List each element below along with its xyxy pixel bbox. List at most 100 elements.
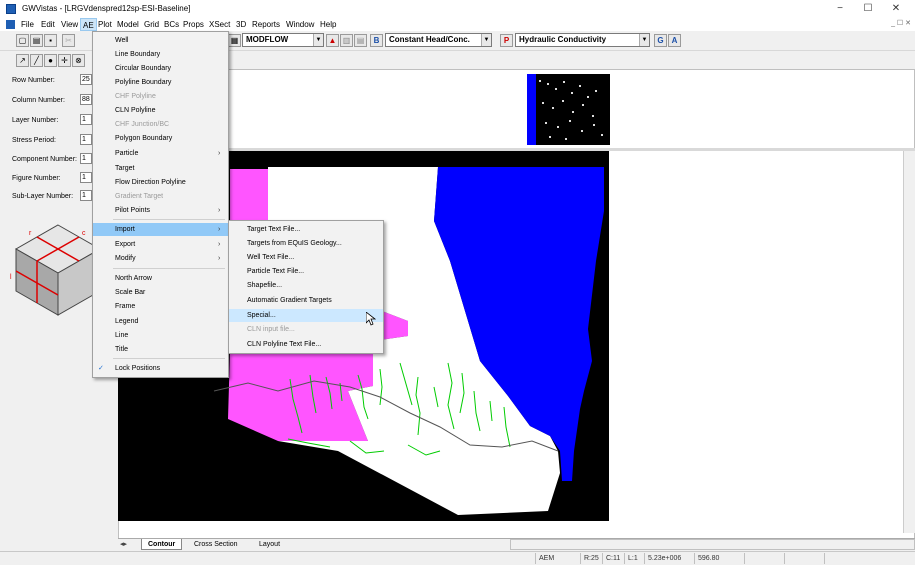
stress-period-field[interactable]: 1	[80, 134, 92, 145]
ae-menu-cln-polyline[interactable]: CLN Polyline	[93, 104, 228, 117]
menu-model[interactable]: Model	[115, 18, 141, 31]
cube-layer-label: l	[10, 274, 12, 281]
close-button[interactable]: ✕	[882, 0, 910, 18]
import-automatic-gradient-targets[interactable]: Automatic Gradient Targets	[229, 294, 383, 307]
save-icon[interactable]: ▪	[44, 34, 57, 47]
menu-view[interactable]: View	[59, 18, 80, 31]
mdi-window-controls[interactable]: _ ☐ ✕	[891, 19, 911, 27]
import-shapefile[interactable]: Shapefile...	[229, 279, 383, 292]
horizontal-scrollbar[interactable]	[510, 539, 915, 550]
model-grid-icon[interactable]: ▥	[340, 34, 353, 47]
zoom-icon[interactable]: G	[654, 34, 667, 47]
status-row: R:25	[580, 553, 602, 564]
cut-icon[interactable]: ✂	[62, 34, 75, 47]
import-targets-from-equis[interactable]: Targets from EQuIS Geology...	[229, 237, 383, 250]
model-run-icon[interactable]: ▲	[326, 34, 339, 47]
layer-number-field[interactable]: 1	[80, 114, 92, 125]
ae-menu-line[interactable]: Line	[93, 329, 228, 342]
ae-menu-frame[interactable]: Frame	[93, 300, 228, 313]
property-icon[interactable]: P	[500, 34, 513, 47]
menu-ae[interactable]: AE	[80, 18, 97, 31]
menu-window[interactable]: Window	[284, 18, 316, 31]
document-icon[interactable]	[6, 20, 15, 29]
menu-separator	[113, 219, 225, 220]
menu-help[interactable]: Help	[318, 18, 338, 31]
line-tool-icon[interactable]: ╱	[30, 54, 43, 67]
overview-map[interactable]	[527, 74, 610, 145]
circle-tool-icon[interactable]: ●	[44, 54, 57, 67]
menu-reports[interactable]: Reports	[250, 18, 282, 31]
import-special[interactable]: Special...	[229, 309, 383, 322]
ae-menu-circular-boundary[interactable]: Circular Boundary	[93, 62, 228, 75]
sub-layer-number-field[interactable]: 1	[80, 190, 92, 201]
grid-view-icon[interactable]: ▦	[228, 34, 241, 47]
ae-menu-scale-bar[interactable]: Scale Bar	[93, 286, 228, 299]
row-number-field[interactable]: 25	[80, 74, 92, 85]
menu-bcs[interactable]: BCs	[162, 18, 181, 31]
app-icon	[6, 4, 16, 14]
column-number-field[interactable]: 88	[80, 94, 92, 105]
ae-menu-pilot-points[interactable]: Pilot Points ›	[93, 204, 228, 217]
tab-contour[interactable]: Contour	[141, 539, 183, 550]
ae-menu-title[interactable]: Title	[93, 343, 228, 356]
figure-number-field[interactable]: 1	[80, 172, 92, 183]
tab-cross-section[interactable]: Cross Section	[188, 539, 244, 550]
menu-file[interactable]: File	[19, 18, 36, 31]
import-cln-polyline-text-file[interactable]: CLN Polyline Text File...	[229, 338, 383, 351]
property-combo-value: Hydraulic Conductivity	[519, 35, 607, 44]
pointer-icon[interactable]: ↗	[16, 54, 29, 67]
chevron-right-icon: ›	[218, 255, 221, 262]
vertical-scrollbar[interactable]	[903, 151, 915, 533]
import-particle-text-file[interactable]: Particle Text File...	[229, 265, 383, 278]
ae-menu-particle[interactable]: Particle ›	[93, 147, 228, 160]
text-annotation-icon[interactable]: A	[668, 34, 681, 47]
ae-menu-well[interactable]: Well	[93, 34, 228, 47]
boundary-condition-combo[interactable]: Constant Head/Conc. ▼	[385, 33, 492, 47]
property-combo[interactable]: Hydraulic Conductivity ▼	[515, 33, 650, 47]
ae-menu-line-boundary[interactable]: Line Boundary	[93, 48, 228, 61]
minimize-button[interactable]: −	[826, 0, 854, 18]
ae-menu-polygon-boundary[interactable]: Polygon Boundary	[93, 132, 228, 145]
tab-scroll-arrows-icon[interactable]: ◂▸	[120, 540, 127, 548]
ae-menu-polyline-boundary[interactable]: Polyline Boundary	[93, 76, 228, 89]
menu-plot[interactable]: Plot	[96, 18, 114, 31]
bc-combo-value: Constant Head/Conc.	[389, 35, 470, 44]
open-file-icon[interactable]: ▤	[30, 34, 43, 47]
ae-menu-lock-positions[interactable]: ✓ Lock Positions	[93, 362, 228, 375]
status-x-coordinate: 5.23e+006	[644, 553, 694, 564]
status-mode: AEM	[535, 553, 580, 564]
new-file-icon[interactable]: ▢	[16, 34, 29, 47]
import-target-text-file[interactable]: Target Text File...	[229, 223, 383, 236]
target-icon[interactable]: ⊗	[72, 54, 85, 67]
menu-separator	[113, 268, 225, 269]
ae-menu-chf-junction: CHF Junction/BC	[115, 121, 170, 128]
bc-icon[interactable]: B	[370, 34, 383, 47]
column-number-label: Column Number:	[12, 97, 65, 104]
model-combo[interactable]: MODFLOW ▼	[242, 33, 324, 47]
import-well-text-file[interactable]: Well Text File...	[229, 251, 383, 264]
chevron-down-icon[interactable]: ▼	[481, 34, 491, 46]
ae-menu-target[interactable]: Target	[93, 162, 228, 175]
model-layer-icon[interactable]: ▤	[354, 34, 367, 47]
menu-edit[interactable]: Edit	[39, 18, 57, 31]
crosshair-icon[interactable]: ✛	[58, 54, 71, 67]
ae-menu-export[interactable]: Export ›	[93, 238, 228, 251]
menu-xsect[interactable]: XSect	[207, 18, 232, 31]
ae-menu-import[interactable]: Import ›	[93, 223, 228, 236]
ae-menu-chf-polyline: CHF Polyline	[115, 93, 156, 100]
ae-menu-flow-direction-polyline[interactable]: Flow Direction Polyline	[93, 176, 228, 189]
menu-3d[interactable]: 3D	[234, 18, 248, 31]
ae-menu-legend[interactable]: Legend	[93, 315, 228, 328]
chevron-right-icon: ›	[218, 226, 221, 233]
chevron-down-icon[interactable]: ▼	[313, 34, 323, 46]
maximize-button[interactable]: ☐	[854, 0, 882, 18]
ae-menu-north-arrow[interactable]: North Arrow	[93, 272, 228, 285]
ae-menu-modify[interactable]: Modify ›	[93, 252, 228, 265]
figure-number-label: Figure Number:	[12, 175, 61, 182]
menu-props[interactable]: Props	[181, 18, 206, 31]
tab-layout[interactable]: Layout	[253, 539, 286, 550]
chevron-down-icon[interactable]: ▼	[639, 34, 649, 46]
component-number-field[interactable]: 1	[80, 153, 92, 164]
menu-grid[interactable]: Grid	[142, 18, 161, 31]
ae-menu-gradient-target: Gradient Target	[115, 193, 164, 200]
